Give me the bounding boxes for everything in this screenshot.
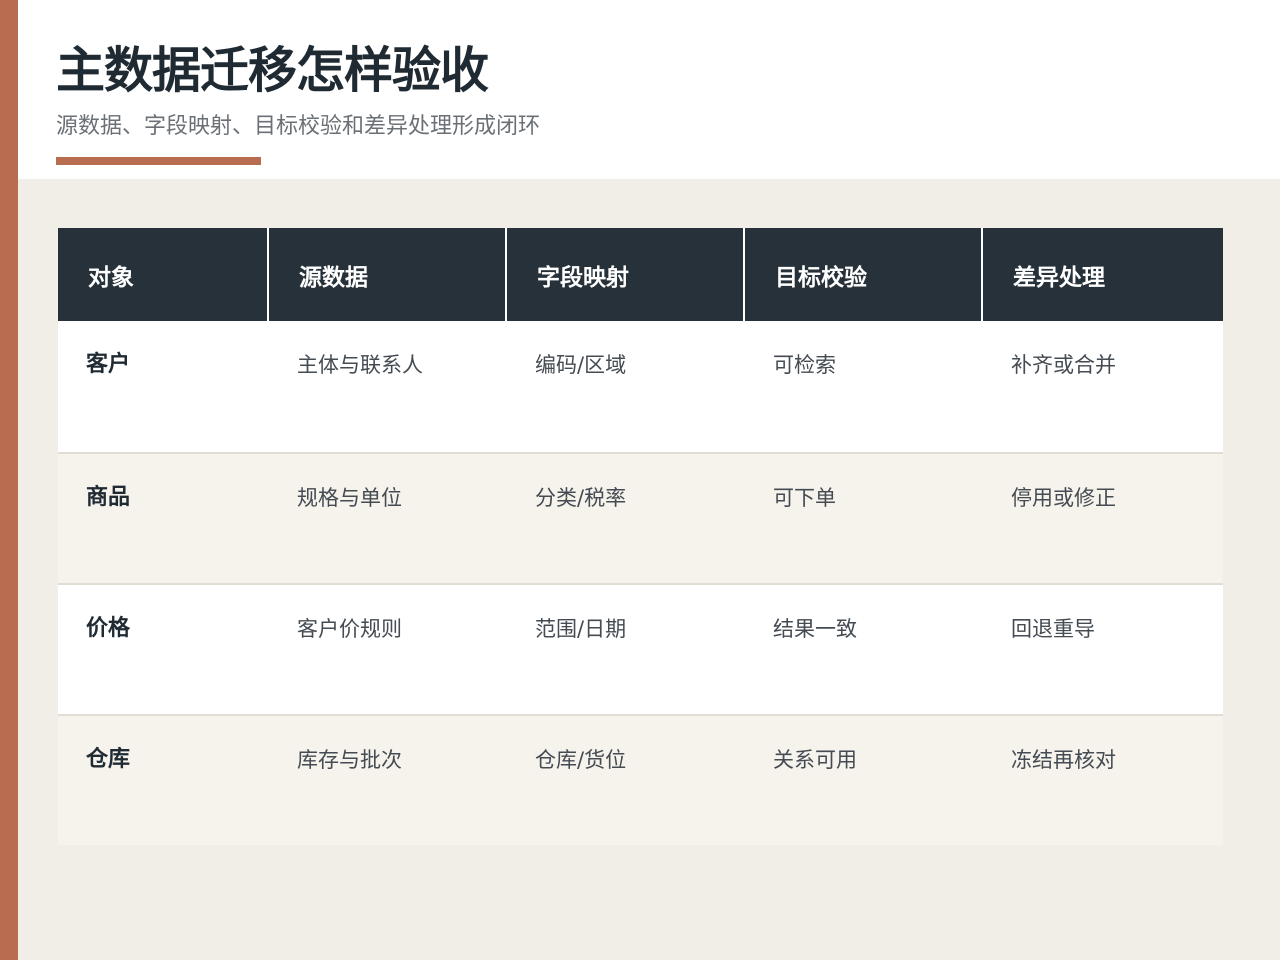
table-cell: 停用或修正 bbox=[1011, 486, 1116, 510]
column-header-field-mapping: 字段映射 bbox=[507, 228, 745, 321]
table-cell-object: 仓库 bbox=[86, 747, 131, 772]
title-underline bbox=[56, 157, 261, 165]
table-header: 对象 源数据 字段映射 目标校验 差异处理 bbox=[58, 228, 1223, 321]
table-cell: 回退重导 bbox=[1011, 617, 1095, 641]
acceptance-table: 对象 源数据 字段映射 目标校验 差异处理 客户 主体与联系人 编码/区域 可检… bbox=[58, 228, 1223, 845]
table-row: 商品 规格与单位 分类/税率 可下单 停用或修正 bbox=[58, 452, 1223, 583]
table-body: 客户 主体与联系人 编码/区域 可检索 补齐或合并 商品 规格与单位 分类/税率… bbox=[58, 321, 1223, 845]
table-cell: 范围/日期 bbox=[535, 617, 627, 641]
table-cell: 仓库/货位 bbox=[535, 748, 627, 772]
table-cell: 编码/区域 bbox=[535, 353, 627, 377]
table-cell: 主体与联系人 bbox=[297, 353, 423, 377]
table-cell: 库存与批次 bbox=[297, 748, 402, 772]
table-row: 仓库 库存与批次 仓库/货位 关系可用 冻结再核对 bbox=[58, 714, 1223, 845]
table-cell: 结果一致 bbox=[773, 617, 857, 641]
column-header-object: 对象 bbox=[58, 228, 269, 321]
column-header-discrepancy-handling: 差异处理 bbox=[1013, 264, 1105, 291]
table-cell: 规格与单位 bbox=[297, 486, 402, 510]
page-title: 主数据迁移怎样验收 bbox=[56, 42, 489, 99]
table-cell: 可检索 bbox=[773, 353, 836, 377]
left-accent-bar bbox=[0, 0, 18, 960]
table-cell: 补齐或合并 bbox=[1011, 353, 1116, 377]
table-row: 价格 客户价规则 范围/日期 结果一致 回退重导 bbox=[58, 583, 1223, 714]
table-cell: 冻结再核对 bbox=[1011, 748, 1116, 772]
page-subtitle: 源数据、字段映射、目标校验和差异处理形成闭环 bbox=[56, 114, 541, 139]
table-cell: 分类/税率 bbox=[535, 486, 627, 510]
slide: 主数据迁移怎样验收 源数据、字段映射、目标校验和差异处理形成闭环 对象 源数据 … bbox=[0, 0, 1280, 960]
table-cell-object: 商品 bbox=[86, 485, 131, 510]
table-cell: 客户价规则 bbox=[297, 617, 402, 641]
table-row: 客户 主体与联系人 编码/区域 可检索 补齐或合并 bbox=[58, 321, 1223, 452]
table-cell: 关系可用 bbox=[773, 748, 857, 772]
header: 主数据迁移怎样验收 源数据、字段映射、目标校验和差异处理形成闭环 bbox=[18, 0, 1280, 179]
column-header-target-validation: 目标校验 bbox=[745, 228, 983, 321]
table-cell-object: 价格 bbox=[86, 616, 131, 641]
column-header-source-data: 源数据 bbox=[269, 228, 507, 321]
table-cell-object: 客户 bbox=[86, 352, 131, 377]
table-cell: 可下单 bbox=[773, 486, 836, 510]
